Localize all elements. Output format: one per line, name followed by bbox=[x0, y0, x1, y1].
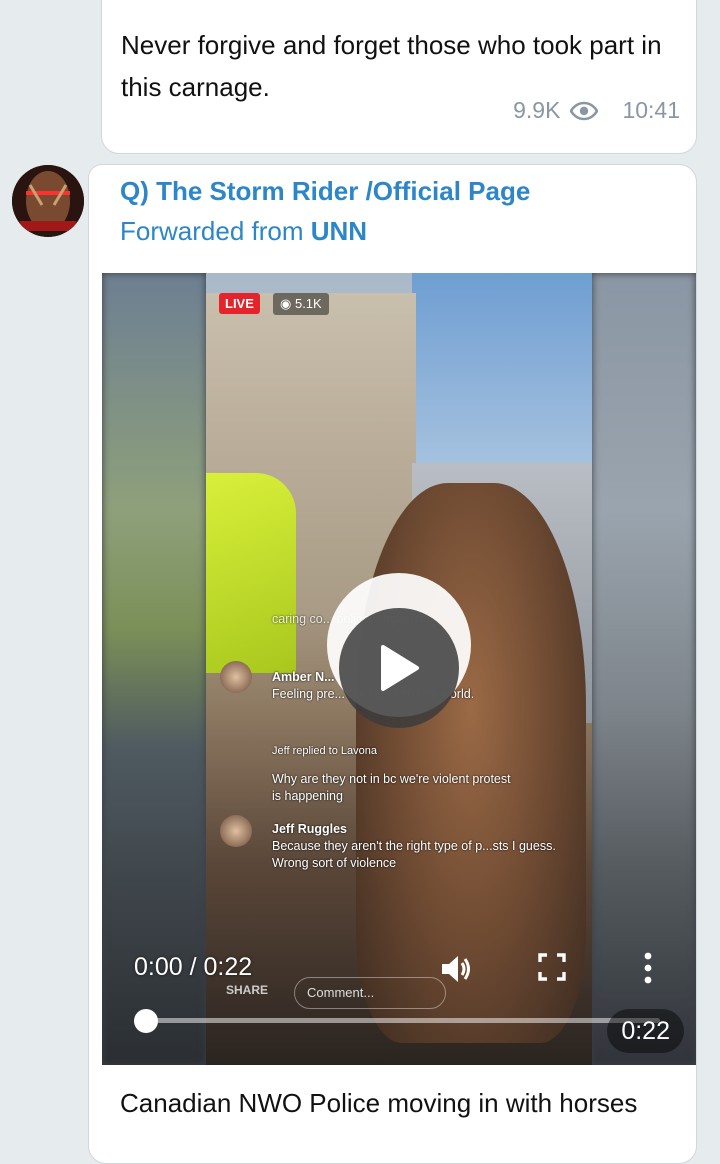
duration-badge: 0:22 bbox=[607, 1009, 684, 1053]
forwarded-source[interactable]: UNN bbox=[311, 216, 367, 246]
comment-author: Amber N... bbox=[272, 670, 335, 684]
comment-author: Jeff Ruggles bbox=[272, 822, 348, 836]
comment-reply-note: Jeff replied to Lavona bbox=[272, 745, 377, 757]
more-vertical-icon[interactable] bbox=[636, 951, 660, 985]
play-button[interactable] bbox=[339, 608, 459, 728]
channel-avatar[interactable] bbox=[12, 165, 84, 237]
viewer-count-value: 5.1K bbox=[294, 296, 322, 311]
facebook-bottom-bar: SHARE Comment... bbox=[206, 963, 592, 1043]
progress-track[interactable] bbox=[146, 1018, 660, 1023]
eye-icon: ◉ bbox=[280, 296, 292, 311]
video-player[interactable]: LIVE ◉ 5.1K caring co... police... again… bbox=[102, 273, 696, 1065]
share-label: SHARE bbox=[226, 983, 269, 997]
time-display: 0:00 / 0:22 bbox=[134, 953, 253, 981]
play-icon bbox=[381, 645, 419, 691]
live-comment: Why are they not in bc we're violent pro… bbox=[272, 771, 522, 805]
progress-knob[interactable] bbox=[134, 1009, 158, 1033]
commenter-avatar bbox=[220, 815, 252, 847]
forwarded-line[interactable]: Forwarded from UNN bbox=[120, 216, 367, 247]
avatar-image bbox=[12, 165, 84, 237]
commenter-avatar bbox=[220, 661, 252, 693]
view-count: 9.9K bbox=[513, 97, 561, 123]
message-meta: 9.9K 10:41 bbox=[513, 97, 680, 124]
message-time: 10:41 bbox=[622, 97, 680, 123]
forwarded-prefix: Forwarded from bbox=[120, 216, 311, 246]
previous-message-bubble[interactable]: Never forgive and forget those who took … bbox=[101, 0, 697, 154]
comment-placeholder: Comment... bbox=[307, 985, 375, 1000]
scene-sky bbox=[412, 273, 592, 473]
live-comment: Jeff replied to Lavona bbox=[272, 743, 377, 760]
fullscreen-icon[interactable] bbox=[536, 951, 568, 983]
message-text: Never forgive and forget those who took … bbox=[121, 30, 662, 102]
sender-name[interactable]: Q) The Storm Rider /Official Page bbox=[120, 176, 530, 207]
comment-text: Why are they not in bc we're violent pro… bbox=[272, 772, 511, 803]
volume-icon[interactable] bbox=[438, 951, 474, 987]
comment-text: Because they aren't the right type of p.… bbox=[272, 839, 556, 870]
message-caption: Canadian NWO Police moving in with horse… bbox=[120, 1088, 638, 1118]
video-blur-left bbox=[102, 273, 206, 1065]
viewer-count: ◉ 5.1K bbox=[273, 293, 329, 315]
comment-box: Comment... bbox=[294, 977, 446, 1009]
video-blur-right bbox=[592, 273, 696, 1065]
eye-icon bbox=[570, 101, 599, 120]
live-comment: Jeff Ruggles Because they aren't the rig… bbox=[272, 821, 582, 872]
live-badge: LIVE bbox=[219, 293, 260, 314]
scene-officer bbox=[206, 473, 296, 673]
